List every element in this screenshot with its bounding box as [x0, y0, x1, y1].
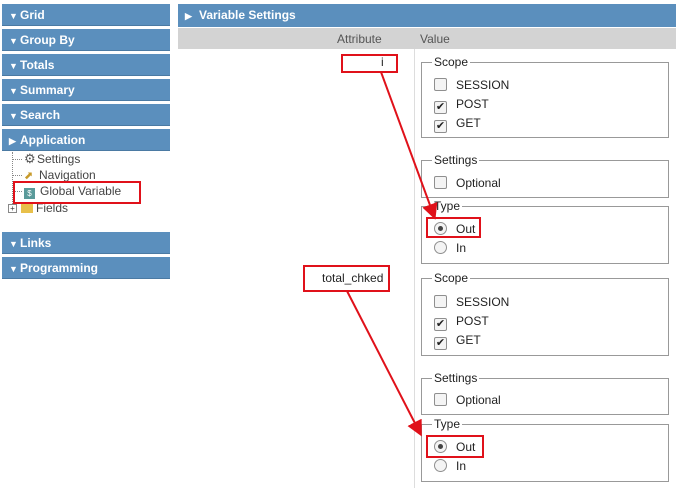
option-label: POST	[456, 97, 489, 111]
tree-connector	[13, 175, 22, 176]
triangle-down-icon: ▼	[9, 61, 18, 71]
settings-legend: Settings	[432, 153, 480, 167]
section-label: Application	[20, 133, 86, 147]
type-option-in[interactable]: In	[434, 240, 466, 256]
annotation-box	[426, 435, 484, 458]
option-label: In	[456, 241, 467, 255]
radio-button[interactable]	[434, 459, 447, 472]
section-group-by[interactable]: ▼ Group By	[2, 29, 170, 51]
triangle-right-icon: ▶	[185, 11, 192, 21]
section-programming[interactable]: ▼ Programming	[2, 257, 170, 279]
checkbox[interactable]	[434, 295, 447, 308]
tree-item-settings[interactable]: ⚙Settings	[24, 151, 81, 167]
scope-group: Scope SESSION ✔ POST ✔ GET	[421, 271, 669, 356]
variable-settings-header[interactable]: ▶ Variable Settings	[178, 4, 676, 27]
plus-icon[interactable]: +	[8, 204, 17, 213]
column-divider	[414, 49, 415, 488]
section-label: Links	[20, 236, 52, 250]
scope-option-get[interactable]: ✔ GET	[434, 332, 481, 350]
triangle-down-icon: ▼	[9, 239, 18, 249]
annotation-box	[303, 265, 390, 292]
triangle-right-icon: ▶	[9, 136, 16, 146]
checkbox[interactable]: ✔	[434, 120, 447, 133]
column-value: Value	[420, 32, 450, 46]
column-header: Attribute Value	[178, 28, 676, 49]
gear-icon: ⚙	[24, 151, 36, 166]
column-attribute: Attribute	[337, 32, 382, 46]
scope-option-get[interactable]: ✔ GET	[434, 115, 481, 133]
triangle-down-icon: ▼	[9, 36, 18, 46]
type-legend: Type	[432, 199, 463, 213]
radio-button[interactable]	[434, 241, 447, 254]
option-label: Optional	[456, 176, 501, 190]
triangle-down-icon: ▼	[9, 11, 18, 21]
annotation-box	[13, 181, 141, 204]
scope-legend: Scope	[432, 55, 471, 69]
checkbox[interactable]	[434, 176, 447, 189]
scope-option-session[interactable]: SESSION	[434, 77, 509, 93]
section-search[interactable]: ▼ Search	[2, 104, 170, 126]
type-legend: Type	[432, 417, 463, 431]
tree-item-navigation[interactable]: ⬈ Navigation	[24, 168, 96, 182]
option-label: POST	[456, 314, 489, 328]
settings-legend: Settings	[432, 371, 480, 385]
option-label: In	[456, 459, 467, 473]
checkbox[interactable]	[434, 78, 447, 91]
checkbox[interactable]: ✔	[434, 318, 447, 331]
section-label: Grid	[20, 8, 45, 22]
annotation-box	[341, 54, 398, 73]
option-label: GET	[456, 116, 481, 130]
checkbox[interactable]: ✔	[434, 101, 447, 114]
section-grid[interactable]: ▼ Grid	[2, 4, 170, 26]
page-title: Variable Settings	[199, 8, 296, 22]
triangle-down-icon: ▼	[9, 111, 18, 121]
scope-option-post[interactable]: ✔ POST	[434, 313, 489, 331]
tree-label: Settings	[37, 152, 81, 166]
scope-group: Scope SESSION ✔ POST ✔ GET	[421, 55, 669, 138]
optional-option[interactable]: Optional	[434, 175, 501, 191]
optional-option[interactable]: Optional	[434, 392, 501, 408]
settings-group: Settings Optional	[421, 371, 669, 415]
option-label: SESSION	[456, 78, 510, 92]
option-label: Optional	[456, 393, 501, 407]
section-links[interactable]: ▼ Links	[2, 232, 170, 254]
triangle-down-icon: ▼	[9, 86, 18, 96]
section-application[interactable]: ▶ Application	[2, 129, 170, 151]
section-totals[interactable]: ▼ Totals	[2, 54, 170, 76]
checkbox[interactable]	[434, 393, 447, 406]
folder-icon	[21, 204, 33, 213]
section-label: Search	[20, 108, 61, 122]
scope-legend: Scope	[432, 271, 471, 285]
settings-group: Settings Optional	[421, 153, 669, 198]
section-label: Totals	[20, 58, 55, 72]
sidebar: ▼ Grid ▼ Group By ▼ Totals ▼ Summary ▼ Search…	[0, 0, 174, 488]
option-label: GET	[456, 333, 481, 347]
section-label: Summary	[20, 83, 75, 97]
section-label: Group By	[20, 33, 75, 47]
type-option-in[interactable]: In	[434, 458, 466, 474]
option-label: SESSION	[456, 295, 510, 309]
tree-connector	[13, 159, 22, 160]
checkbox[interactable]: ✔	[434, 337, 447, 350]
tree-label: Navigation	[39, 168, 96, 182]
scope-option-session[interactable]: SESSION	[434, 294, 509, 310]
scope-option-post[interactable]: ✔ POST	[434, 96, 489, 114]
triangle-down-icon: ▼	[9, 264, 18, 274]
section-label: Programming	[20, 261, 99, 275]
annotation-box	[426, 217, 481, 238]
section-summary[interactable]: ▼ Summary	[2, 79, 170, 101]
